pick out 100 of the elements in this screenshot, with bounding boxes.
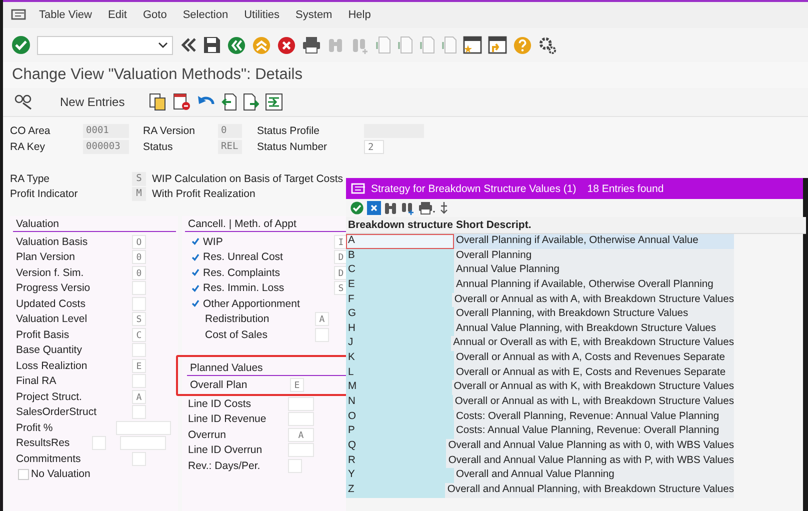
table-cell: Annual Planning if Available, Otherwise Overall Planning <box>454 278 734 293</box>
checkbox[interactable] <box>190 267 201 278</box>
field-label: Commitments <box>15 452 82 465</box>
input-field[interactable] <box>116 420 171 435</box>
input-field[interactable]: 0 <box>132 266 146 280</box>
settings-icon[interactable] <box>538 36 557 54</box>
input-field[interactable] <box>288 458 302 473</box>
back-icon[interactable] <box>227 36 246 54</box>
table-cell: N <box>346 395 453 410</box>
list-row[interactable]: B Overall Planning <box>346 248 734 264</box>
menu-item[interactable]: Table View <box>39 9 92 21</box>
find-next-icon[interactable] <box>401 201 415 215</box>
input-field[interactable]: A <box>288 428 314 442</box>
table-cell: Overall Planning <box>454 248 734 264</box>
input-field[interactable]: E <box>132 358 146 373</box>
input-field[interactable]: E <box>290 378 304 392</box>
print-icon[interactable] <box>302 36 321 54</box>
input-field[interactable]: 0 <box>132 250 146 264</box>
input-field[interactable] <box>132 281 146 296</box>
list-row[interactable]: J Annual or Overall as with E, with Breakdown Structure Values <box>346 336 734 352</box>
input-field[interactable] <box>288 443 314 458</box>
new-window-icon[interactable] <box>463 36 482 54</box>
list-row[interactable]: Q Overall and Annual Value Planning as with 0, with WBS Values <box>346 438 734 454</box>
input-field[interactable]: S <box>132 312 146 326</box>
menu-item[interactable]: System <box>296 9 332 21</box>
input-field[interactable]: 2 <box>364 140 384 154</box>
list-row[interactable]: Y Overall and Annual Value Planning <box>346 468 734 483</box>
checkbox[interactable] <box>18 468 29 480</box>
cancel-icon[interactable] <box>277 36 296 54</box>
column-header[interactable]: Short Descript. <box>454 219 806 231</box>
list-row[interactable]: G Overall Planning, with Breakdown Structure Values <box>346 307 734 322</box>
input-field[interactable] <box>288 396 314 411</box>
list-row[interactable]: Z Overall and Annual Planning, with Breakdown Structure Values <box>346 482 734 498</box>
table-cell: Q <box>346 438 446 454</box>
checkbox[interactable] <box>190 252 201 263</box>
field-label: Status <box>143 141 174 153</box>
list-row[interactable]: F Overall or Annual as with A, with Breakdown Structure Values <box>346 292 734 308</box>
next-entry-icon[interactable] <box>242 93 259 111</box>
checkbox[interactable] <box>190 236 201 248</box>
checkbox[interactable] <box>190 282 201 294</box>
table-cell: Overall or Annual as with A, with Breakdown Structure Values <box>452 292 734 308</box>
list-row[interactable]: O Costs: Overall Planning, Revenue: Annual Value Planning <box>346 410 734 424</box>
menu-item[interactable]: Utilities <box>244 9 280 21</box>
input-field[interactable] <box>288 412 314 426</box>
close-icon[interactable] <box>367 201 381 215</box>
table-cell: P <box>346 424 454 439</box>
input-field[interactable]: C <box>132 328 146 342</box>
select-block-icon[interactable] <box>264 93 283 111</box>
table-cell: Overall or Annual as with E, Costs and Revenues Separate <box>454 366 734 380</box>
field-description: WIP Calculation on Basis of Target Costs <box>152 172 344 184</box>
menu-item[interactable]: Help <box>348 9 371 21</box>
double-chevron-icon[interactable] <box>181 37 197 53</box>
sort-icon[interactable] <box>439 201 449 215</box>
input-field[interactable]: O <box>132 234 146 249</box>
field-label: RA Type <box>10 172 50 184</box>
input-field[interactable] <box>132 374 146 388</box>
print-icon[interactable] <box>418 201 436 215</box>
input-field[interactable] <box>92 436 106 450</box>
input-field[interactable] <box>120 436 166 450</box>
list-row[interactable]: M Overall or Annual as with K, with Breakdown Structure Values <box>346 380 734 396</box>
list-row[interactable]: C Annual Value Planning <box>346 263 734 278</box>
menu-item[interactable]: Goto <box>142 9 167 21</box>
input-field[interactable] <box>132 452 146 466</box>
menu-item[interactable]: Edit <box>108 9 127 21</box>
input-field[interactable] <box>315 328 329 342</box>
list-row[interactable]: K Overall or Annual as with A, Costs and Revenues Separate <box>346 351 734 366</box>
list-row[interactable]: P Costs: Annual Value Planning, Revenue: Overall Planning <box>346 424 734 439</box>
new-entries-button[interactable]: New Entries <box>54 93 131 111</box>
list-row[interactable]: R Overall and Annual Value Planning as with P, with WBS Values <box>346 454 734 468</box>
checkbox[interactable] <box>190 298 201 310</box>
input-field[interactable] <box>132 343 146 358</box>
input-field[interactable]: A <box>132 390 146 404</box>
menu-icon[interactable] <box>11 9 27 21</box>
field-label: Updated Costs <box>15 298 86 310</box>
confirm-icon[interactable] <box>350 201 364 215</box>
input-field[interactable] <box>132 405 146 420</box>
shortcut-icon[interactable] <box>488 36 507 54</box>
list-row[interactable]: N Overall or Annual as with L, with Breakdown Structure Values <box>346 395 734 410</box>
list-row[interactable]: A Overall Planning if Available, Otherwise Annual Value <box>346 234 734 249</box>
glasses-icon[interactable] <box>14 94 34 110</box>
table-cell: Annual or Overall as with E, with Breakdown Structure Values <box>451 336 734 352</box>
find-icon[interactable] <box>384 201 398 215</box>
input-field[interactable]: A <box>315 312 329 326</box>
field-label: Status Profile <box>257 125 320 137</box>
copy-icon[interactable] <box>148 93 167 111</box>
field-label: Project Struct. <box>15 390 83 403</box>
input-field[interactable] <box>132 296 146 311</box>
previous-entry-icon[interactable] <box>220 93 237 111</box>
field-label: Profit Basis <box>15 328 70 341</box>
enter-icon[interactable] <box>11 35 31 55</box>
dropdown-icon[interactable] <box>158 42 168 48</box>
list-row[interactable]: E Annual Planning if Available, Otherwise Overall Planning <box>346 278 734 293</box>
delete-icon[interactable] <box>172 93 191 111</box>
table-cell: R <box>346 454 446 468</box>
save-icon[interactable] <box>203 36 221 54</box>
command-field[interactable] <box>37 36 173 54</box>
menu-item[interactable]: Selection <box>182 9 228 21</box>
list-row[interactable]: L Overall or Annual as with E, Costs and Revenues Separate <box>346 366 734 380</box>
list-row[interactable]: H Annual Value Planning, with Breakdown Structure Values <box>346 322 734 336</box>
table-cell: O <box>346 410 454 424</box>
